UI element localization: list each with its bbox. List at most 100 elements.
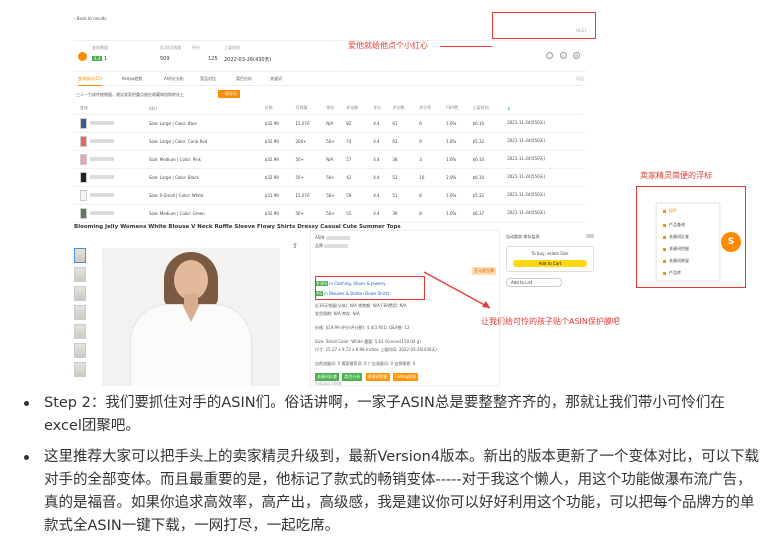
- copy-icon[interactable]: ▫: [560, 52, 567, 59]
- list-item: 这里推荐大家可以把手头上的卖家精灵升级到，最新Version4版本。新出的版本更…: [22, 446, 762, 538]
- tool-tag[interactable]: 类目分析: [342, 373, 363, 381]
- tab-keywords[interactable]: 关键词: [270, 76, 282, 82]
- plugin-item[interactable]: 关键词挖掘: [663, 246, 689, 252]
- add-to-cart-button[interactable]: Add to Cart: [513, 260, 587, 267]
- thumbnail[interactable]: [74, 305, 86, 320]
- table-header[interactable]: 月销量: [293, 103, 325, 115]
- table-row[interactable]: Size: X-Small | Color: White $31.99 15,070…: [74, 186, 586, 205]
- table-row[interactable]: Size: Large | Color: Blue $32.99 15,070 N/A…: [74, 114, 586, 133]
- thumbnail[interactable]: [74, 248, 86, 263]
- thumbnail[interactable]: [74, 362, 86, 377]
- variant-thumbnail: [79, 117, 87, 129]
- add-to-list-button[interactable]: Add to List: [506, 278, 562, 287]
- page: ‹ Back to results HLG1 变体数量 4.4 1 近30天销量…: [0, 0, 778, 557]
- table-header[interactable]: 评分: [371, 103, 391, 115]
- cell-reviews: 57: [344, 150, 372, 169]
- cell-rating: 4.4: [371, 150, 391, 169]
- table-header[interactable]: 评论数: [344, 103, 372, 115]
- variant-table: 变体 SKU 价格 月销量 排名 评论数 评分 评分数 评分率 FBA费 上架时…: [74, 103, 586, 223]
- tool-tag[interactable]: 关键词挖掘: [365, 373, 390, 381]
- cell-fba: $6.10: [470, 114, 506, 133]
- plugin-item-icon: [663, 223, 666, 227]
- size-line: Size: Small Color: White 重量: 5.61 Ounces…: [315, 339, 421, 344]
- thumbnail[interactable]: [74, 324, 86, 339]
- monitor-toggle[interactable]: [586, 234, 594, 238]
- empty-cell: [582, 204, 586, 223]
- plugin-item[interactable]: 关键词收录: [663, 258, 689, 264]
- table-row[interactable]: Size: Medium | Color: Pink $32.99 50+ N/A 57…: [74, 150, 586, 169]
- cell-rank: 50+: [324, 204, 345, 223]
- tab-compare[interactable]: 竞品对比: [200, 76, 216, 82]
- table-header[interactable]: 上架时间: [470, 103, 506, 115]
- cell-cnt: 63: [390, 132, 418, 151]
- select-size-text: To buy, select Size: [531, 251, 569, 256]
- price-line: 价格: $19.99 评分(评分数): 4.4(3,951) Q&A数: 12: [315, 325, 410, 330]
- table-row[interactable]: Size: Large | Color: Black $32.99 50+ 50+ 42…: [74, 168, 586, 187]
- tab-keepa[interactable]: Keepa趋势: [122, 76, 142, 82]
- tab-category[interactable]: 类目分析: [236, 76, 252, 82]
- cell-rank: N/A: [324, 114, 345, 133]
- cell-rank: 50+: [324, 168, 345, 187]
- seller-sprite-topbar: 变体数量 4.4 1 近30天销量 509 评分 125 上架时间 2022-0…: [74, 40, 586, 72]
- tool-tag[interactable]: Listing优化: [392, 373, 419, 381]
- thumbnail[interactable]: [74, 286, 86, 301]
- tab-variants[interactable]: 变体统计(15): [78, 76, 103, 86]
- article-bullets: Step 2：我们要抓住对手的ASIN们。俗话讲啊，一家子ASIN总是要整整齐齐…: [22, 392, 762, 546]
- cell-reviews: 42: [344, 168, 372, 187]
- plugin-item-icon: [663, 235, 666, 239]
- table-header[interactable]: 评分率: [417, 103, 445, 115]
- cell-price: $32.99: [262, 114, 294, 133]
- asin-blurred: [89, 211, 114, 215]
- variant-cell: Size: X-Small | Color: White: [146, 186, 263, 205]
- table-header[interactable]: 评分数: [390, 103, 418, 115]
- cell-rating: 4.4: [371, 114, 391, 133]
- cell-sales: 50+: [293, 150, 325, 169]
- table-row[interactable]: Size: Medium | Color: Green $32.99 50+ 50+ 5…: [74, 204, 586, 223]
- back-to-results-link[interactable]: ‹ Back to results: [74, 16, 107, 21]
- stat-monthly-sales: 近30天销量 509: [160, 45, 182, 62]
- seller-sprite-plugin-menu: 插件 产品查询 关键词反查 关键词挖掘 关键词收录 产品库: [656, 203, 720, 281]
- table-header: 变体: [77, 103, 147, 115]
- cell-fba: $5.32: [470, 132, 506, 151]
- cell-date: 2021-11-24(550天): [505, 186, 583, 205]
- bullet-dot-icon: [24, 455, 29, 460]
- cell-sales: 15,070: [293, 114, 325, 133]
- cell-rate: 1.6%: [444, 114, 471, 133]
- settings-icon[interactable]: ⚙: [573, 52, 580, 59]
- plugin-item[interactable]: 产品查询: [663, 222, 685, 228]
- table-row[interactable]: Size: Large | Color: Coral Red $32.99 200+…: [74, 132, 586, 151]
- plugin-item[interactable]: 产品库: [663, 270, 681, 276]
- product-photo[interactable]: [102, 248, 280, 386]
- download-icon[interactable]: ⬇: [505, 103, 583, 115]
- thumbnail[interactable]: [74, 267, 86, 282]
- tool-tag[interactable]: 关键词反查: [315, 373, 339, 381]
- tab-bar: 变体统计(15) Keepa趋势 AI评论分析 竞品对比 类目分析 关键词 导出: [74, 72, 586, 86]
- cell-rv: 10: [417, 168, 445, 187]
- plugin-item[interactable]: 关键词反查: [663, 234, 689, 240]
- export-button[interactable]: 一键导出: [218, 90, 240, 98]
- table-header[interactable]: 排名: [324, 103, 345, 115]
- stat-reviews: 评分 125: [192, 45, 218, 62]
- hint-text: 三人一力成传统销量，建议卖家把重点放在收藏和加购转化上: [76, 92, 184, 97]
- cell-reviews: 59: [344, 186, 372, 205]
- sourcing-note[interactable]: Alibaba 1688: [315, 381, 341, 386]
- auto-follow-label: 自动跟卖:保存监测: [506, 234, 540, 239]
- plugin-item-icon: [663, 259, 666, 263]
- thumbnail[interactable]: [74, 343, 86, 358]
- cell-rv: 8: [417, 186, 445, 205]
- cell-rank: 50+: [324, 186, 345, 205]
- export-link[interactable]: 导出: [576, 76, 584, 82]
- variant-thumb-cell: [77, 150, 147, 169]
- tab-ai-review[interactable]: AI评论分析: [164, 76, 184, 82]
- stat-launch-date: 上架时间 2022-03-26(430天): [224, 45, 272, 63]
- cell-price: $32.99: [262, 150, 294, 169]
- cell-reviews: 55: [344, 204, 372, 223]
- table-header[interactable]: 价格: [262, 103, 294, 115]
- share-icon[interactable]: ⇪: [292, 242, 298, 250]
- table-header[interactable]: FBA费: [444, 103, 471, 115]
- heart-icon[interactable]: ♡: [546, 52, 553, 59]
- seller-sprite-float-button[interactable]: S: [721, 232, 741, 252]
- cell-price: $32.99: [262, 204, 294, 223]
- list-item: Step 2：我们要抓住对手的ASIN们。俗话讲啊，一家子ASIN总是要整整齐齐…: [22, 392, 762, 438]
- cell-fba: $6.37: [470, 204, 506, 223]
